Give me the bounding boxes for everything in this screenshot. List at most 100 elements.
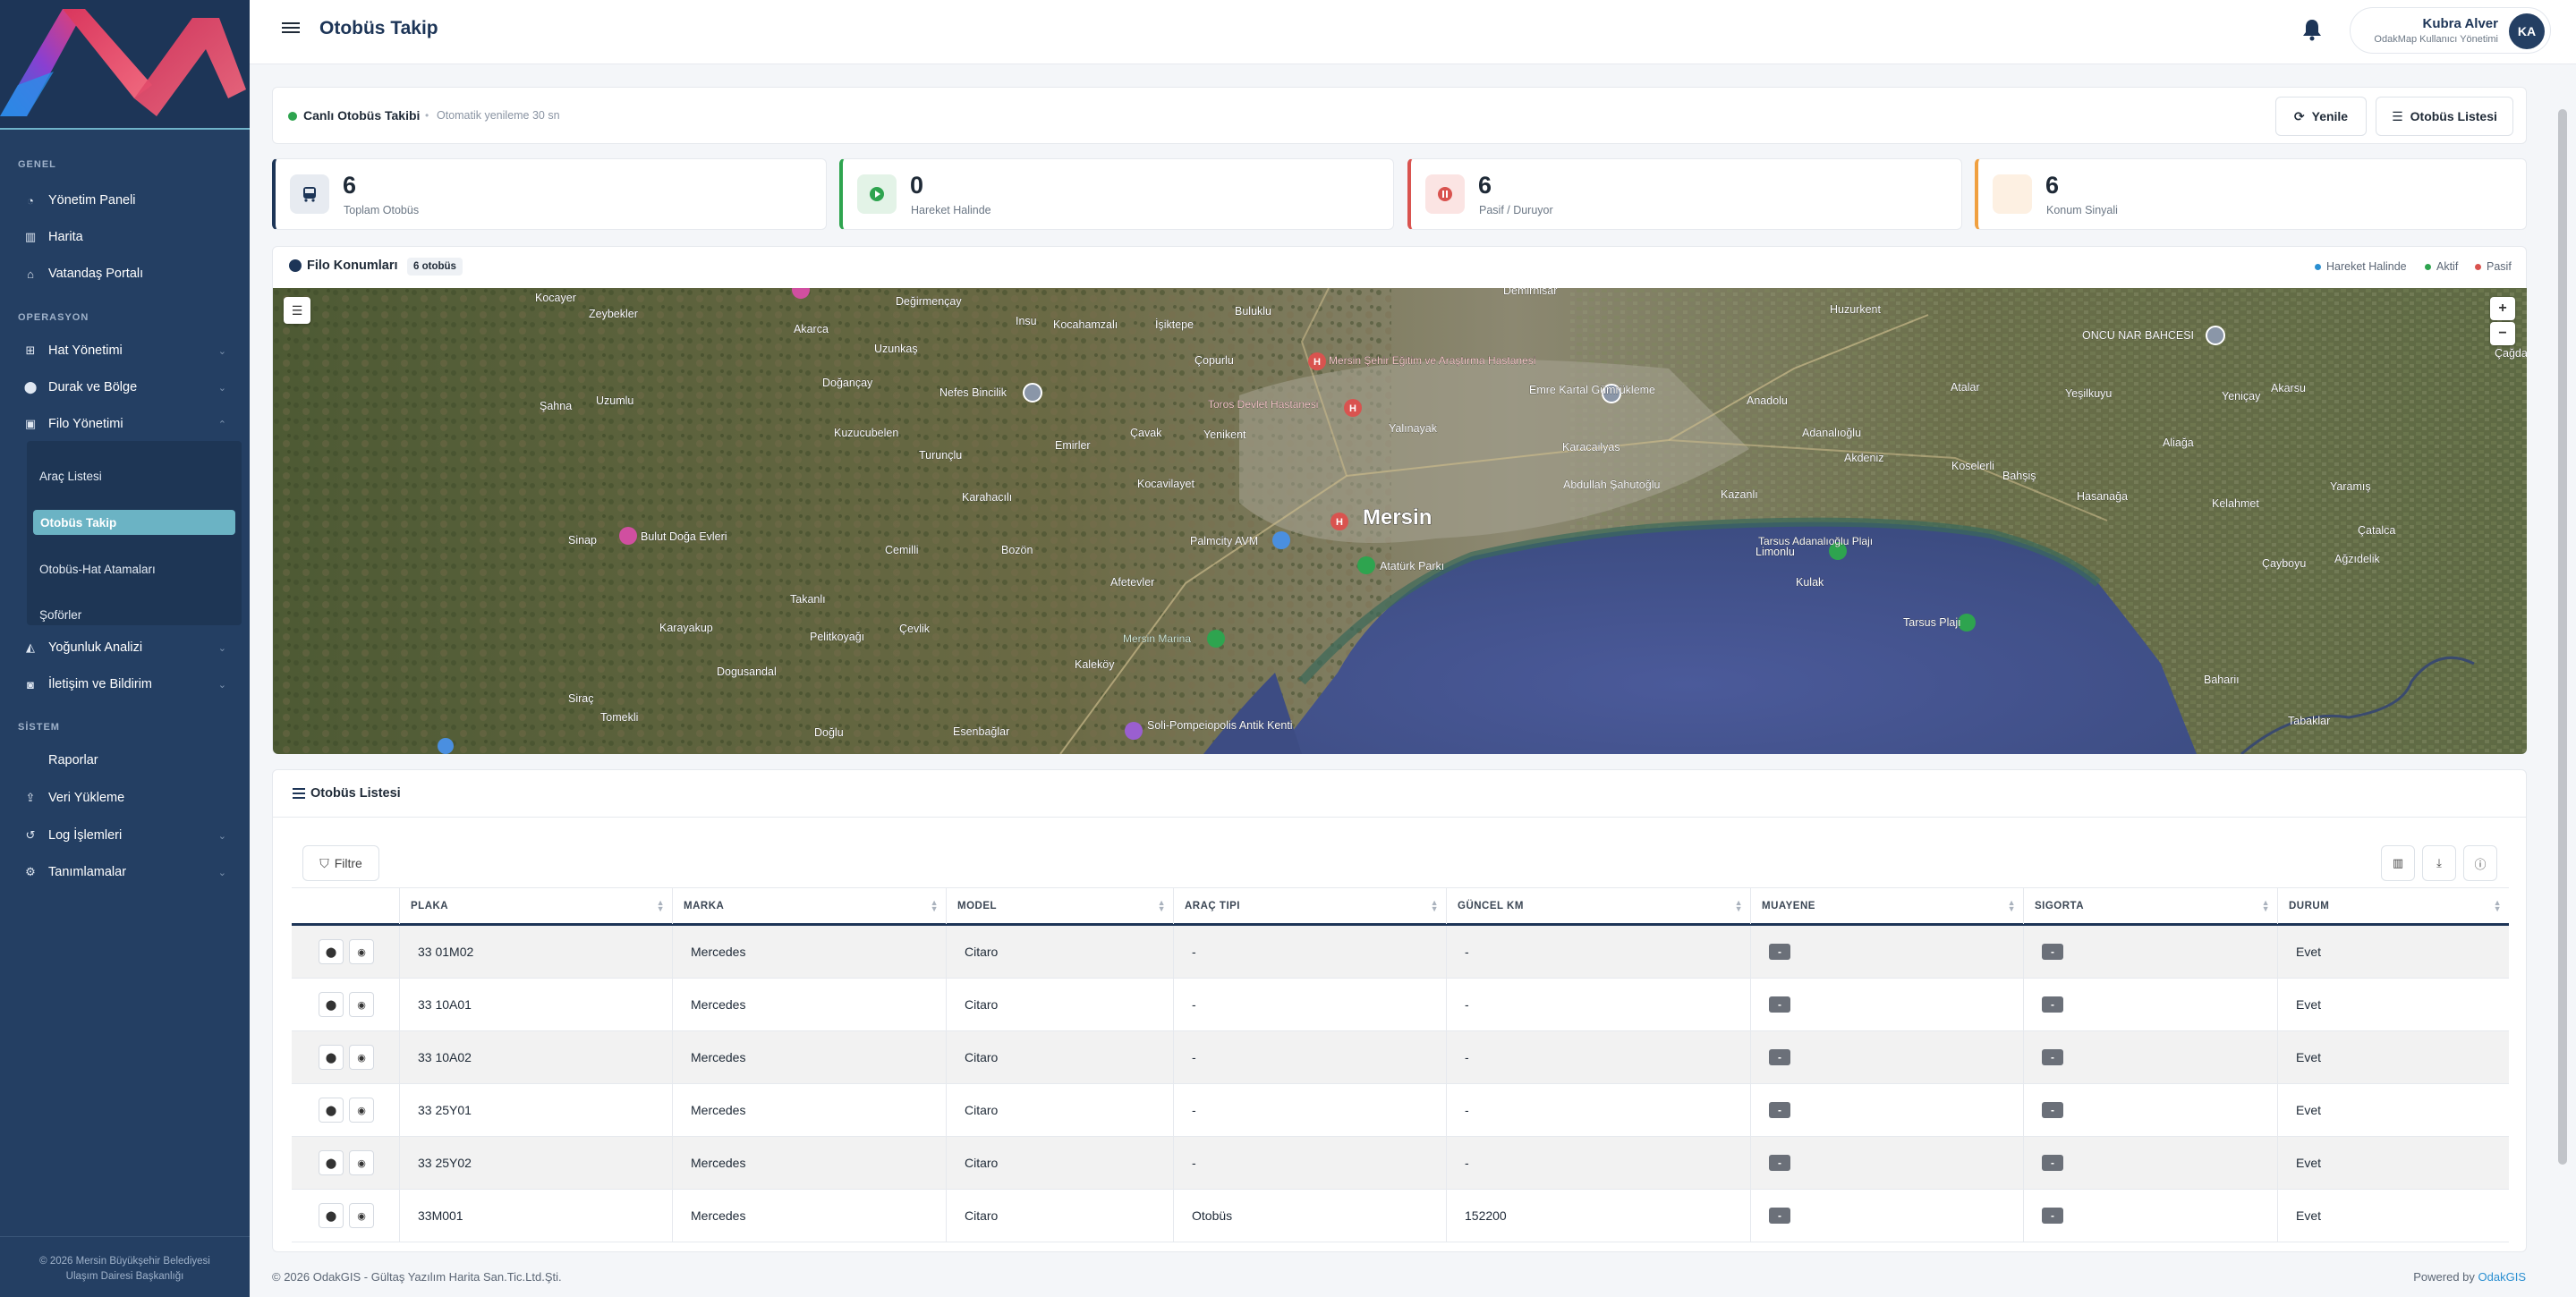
map-marker-antique[interactable] [1125, 722, 1143, 740]
refresh-button[interactable]: ⟳ Yenile [2275, 97, 2367, 136]
col-insurance[interactable]: SIGORTA ▲ ▼ [2023, 888, 2277, 924]
chevron-down-icon: ⌄ [217, 867, 226, 878]
bus-list-panel: Otobüs Listesi ⛉ Filtre ▥ ⤓ ⓘ PLAKA ▲ ▼ MA… [272, 769, 2527, 1252]
row-actions: ⬤ ◉ [292, 1084, 399, 1136]
submenu-drivers[interactable]: Şoförler [39, 608, 81, 622]
table-row[interactable]: ⬤ ◉ 33 10A01 Mercedes Citaro - - - - Evet [292, 979, 2509, 1031]
sidebar-item-lines[interactable]: ⊞ Hat Yönetimi ⌄ [0, 333, 250, 369]
locate-on-map-icon[interactable]: ⬤ [319, 1203, 344, 1228]
map-marker-bus[interactable] [438, 738, 454, 754]
table-row[interactable]: ⬤ ◉ 33 25Y02 Mercedes Citaro - - - - Evet [292, 1137, 2509, 1190]
locate-on-map-icon[interactable]: ⬤ [319, 939, 344, 964]
footer-powered-by: Powered by OdakGIS [2413, 1270, 2526, 1284]
map-canvas[interactable]: H H H Kocayer Zeybekler Akarca Değirmenç… [273, 288, 2527, 754]
col-model[interactable]: MODEL ▲ ▼ [946, 888, 1173, 924]
sidebar-item-citizen[interactable]: ⌂ Vatandaş Portalı [0, 256, 250, 292]
columns-button[interactable]: ▥ [2381, 845, 2415, 881]
sidebar-item-logs[interactable]: ↺ Log İşlemleri ⌄ [0, 818, 250, 853]
map-label: Mersin Marina [1123, 632, 1191, 645]
locate-on-map-icon[interactable]: ⬤ [319, 1150, 344, 1175]
map-marker-marina[interactable] [1207, 630, 1225, 648]
sidebar-item-upload[interactable]: ⇪ Veri Yükleme [0, 780, 250, 816]
map-marker-hospital[interactable]: H [1331, 513, 1348, 530]
map-label: Kazanlı [1721, 488, 1758, 501]
map-label: Huzurkent [1830, 303, 1881, 316]
sidebar-item-definitions[interactable]: ⚙ Tanımlamalar ⌄ [0, 854, 250, 890]
table-row[interactable]: ⬤ ◉ 33 01M02 Mercedes Citaro - - - - Evet [292, 926, 2509, 979]
zoom-in-button[interactable]: + [2490, 297, 2515, 320]
page-scrollbar[interactable] [2556, 89, 2569, 1252]
table-row[interactable]: ⬤ ◉ 33 10A02 Mercedes Citaro - - - - Evet [292, 1031, 2509, 1084]
status-badge: - [1769, 996, 1790, 1013]
cell-text: Evet [2296, 945, 2322, 959]
map-label: Çevlik [899, 623, 931, 635]
col-inspection[interactable]: MUAYENE ▲ ▼ [1750, 888, 2023, 924]
map-marker-hospital[interactable]: H [1308, 352, 1326, 370]
view-details-icon[interactable]: ◉ [349, 992, 374, 1017]
col-brand[interactable]: MARKA ▲ ▼ [672, 888, 946, 924]
map-marker-park[interactable] [1357, 556, 1375, 574]
user-menu[interactable]: Kubra Alver OdakMap Kullanıcı Yönetimi K… [2350, 7, 2551, 54]
submenu-bus-line-assignments[interactable]: Otobüs-Hat Atamaları [39, 563, 156, 576]
col-current-km[interactable]: GÜNCEL KM ▲ ▼ [1446, 888, 1750, 924]
sidebar-item-stops[interactable]: ⬤ Durak ve Bölge ⌄ [0, 369, 250, 405]
view-details-icon[interactable]: ◉ [349, 1203, 374, 1228]
view-details-icon[interactable]: ◉ [349, 1045, 374, 1070]
cell-insurance: - [2023, 1031, 2277, 1083]
sidebar-item-reports[interactable]: Raporlar [0, 742, 250, 778]
sidebar-item-fleet[interactable]: ▣ Filo Yönetimi ⌃ [0, 406, 250, 442]
comments-icon: ◙ [27, 677, 34, 691]
submenu-vehicle-list[interactable]: Araç Listesi [39, 470, 102, 483]
cell-text: Mercedes [691, 997, 746, 1012]
col-vehicle-type[interactable]: ARAÇ TIPI ▲ ▼ [1173, 888, 1446, 924]
sidebar-item-map[interactable]: ▥ Harita [0, 219, 250, 255]
sidebar-item-dashboard[interactable]: ◔ Yönetim Paneli [0, 182, 250, 218]
cell-text: Evet [2296, 1050, 2322, 1064]
layers-toggle-button[interactable]: ☰ [284, 297, 310, 324]
view-details-icon[interactable]: ◉ [349, 939, 374, 964]
menu-toggle-icon[interactable] [282, 20, 300, 38]
cell-text: - [1465, 997, 1469, 1012]
map-marker-camp[interactable] [619, 527, 637, 545]
map-label: Karacailyas [1562, 441, 1620, 454]
scrollbar-thumb[interactable] [2558, 109, 2567, 1165]
download-button[interactable]: ⤓ [2422, 845, 2456, 881]
divider [273, 817, 2526, 818]
logo[interactable] [0, 0, 250, 130]
section-system: SİSTEM [18, 722, 60, 733]
table-row[interactable]: ⬤ ◉ 33 25Y01 Mercedes Citaro - - - - Evet [292, 1084, 2509, 1137]
satellite-map[interactable]: H H H Kocayer Zeybekler Akarca Değirmenç… [273, 288, 2527, 754]
col-status[interactable]: DURUM ▲ ▼ [2277, 888, 2509, 924]
map-marker-hospital[interactable]: H [1344, 399, 1362, 417]
sidebar-item-density[interactable]: ◭ Yoğunluk Analizi ⌄ [0, 630, 250, 665]
table-row[interactable]: ⬤ ◉ 33M001 Mercedes Citaro Otobüs 152200 - - Evet [292, 1190, 2509, 1242]
cell-model: Citaro [946, 1031, 1173, 1083]
view-details-icon[interactable]: ◉ [349, 1150, 374, 1175]
filter-button[interactable]: ⛉ Filtre [302, 845, 379, 881]
info-button[interactable]: ⓘ [2463, 845, 2497, 881]
locate-on-map-icon[interactable]: ⬤ [319, 1045, 344, 1070]
live-status-dot-icon [288, 112, 297, 121]
map-marker-bus[interactable] [1023, 383, 1042, 403]
col-plate[interactable]: PLAKA ▲ ▼ [399, 888, 672, 924]
cell-model: Citaro [946, 1137, 1173, 1189]
zoom-out-button[interactable]: − [2490, 322, 2515, 345]
filter-icon: ⛉ [319, 855, 329, 870]
bell-icon[interactable] [2302, 18, 2322, 41]
cell-text: Evet [2296, 1103, 2322, 1117]
map-marker-bus[interactable] [2206, 326, 2225, 345]
brand-link[interactable]: OdakGIS [2478, 1270, 2526, 1284]
locate-on-map-icon[interactable]: ⬤ [319, 1098, 344, 1123]
sidebar-item-label: Tanımlamalar [48, 865, 127, 879]
bus-list-button[interactable]: ☰ Otobüs Listesi [2376, 97, 2513, 136]
cell-brand: Mercedes [672, 1084, 946, 1136]
stat-value: 6 [1478, 172, 1492, 199]
map-marker-mall[interactable] [1272, 531, 1290, 549]
submenu-bus-tracking[interactable]: Otobüs Takip [33, 510, 235, 535]
cell-text: Evet [2296, 1156, 2322, 1170]
sidebar-item-comm[interactable]: ◙ İletişim ve Bildirim ⌄ [0, 666, 250, 702]
chevron-down-icon: ⌄ [217, 382, 226, 394]
map-label: Turunçlu [919, 449, 962, 462]
locate-on-map-icon[interactable]: ⬤ [319, 992, 344, 1017]
view-details-icon[interactable]: ◉ [349, 1098, 374, 1123]
